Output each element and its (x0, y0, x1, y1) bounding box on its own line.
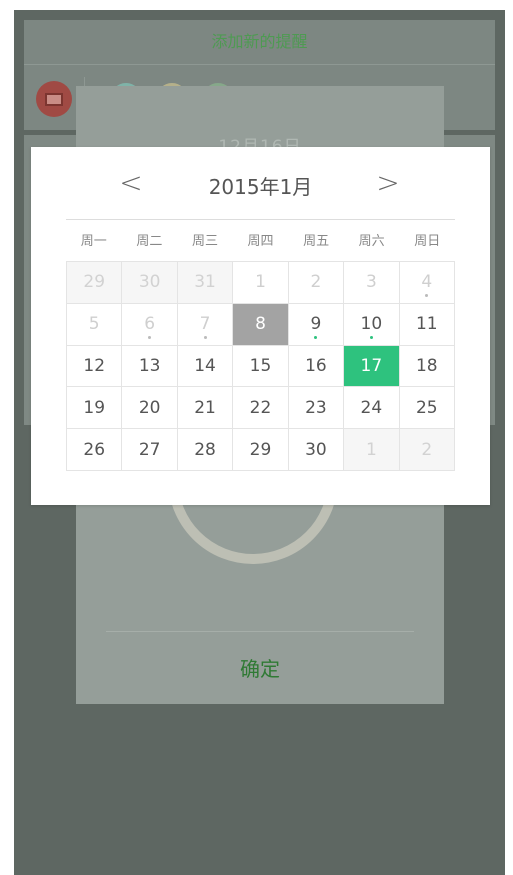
day-number: 5 (88, 314, 100, 335)
day-cell[interactable]: 14 (177, 345, 234, 388)
day-number: 10 (360, 314, 383, 335)
day-number: 26 (83, 439, 106, 460)
day-cell: 30 (122, 262, 178, 304)
day-number: 25 (415, 397, 438, 418)
day-number: 29 (83, 272, 106, 293)
day-cell[interactable]: 23 (288, 387, 345, 430)
day-number: 16 (305, 355, 327, 376)
day-number: 7 (199, 314, 211, 335)
day-number: 18 (415, 355, 438, 376)
day-cell[interactable]: 13 (122, 345, 178, 388)
day-cell[interactable]: 24 (344, 387, 400, 430)
day-cell[interactable]: 4 (399, 262, 455, 304)
day-number: 28 (194, 439, 216, 460)
day-cell: 2 (399, 429, 455, 471)
day-number: 20 (138, 397, 161, 418)
day-number: 19 (83, 397, 106, 418)
film-icon[interactable] (36, 81, 72, 117)
event-dot-icon (314, 335, 318, 339)
day-number: 2 (310, 272, 322, 293)
day-number: 21 (194, 397, 216, 418)
day-number: 4 (421, 272, 433, 293)
day-cell[interactable]: 22 (233, 387, 289, 430)
day-cell[interactable]: 15 (233, 345, 289, 388)
day-cell[interactable]: 25 (399, 387, 455, 430)
event-dot-icon (425, 293, 429, 297)
day-number: 17 (360, 355, 383, 376)
event-dot-icon (369, 335, 373, 339)
day-cell[interactable]: 20 (122, 387, 178, 430)
day-cell[interactable]: 6 (122, 303, 178, 346)
day-cell[interactable]: 18 (399, 345, 455, 388)
day-number: 1 (255, 272, 266, 293)
day-number: 12 (83, 355, 106, 376)
day-cell[interactable]: 12 (67, 345, 123, 388)
confirm-button[interactable]: 确定 (76, 646, 444, 690)
day-cell: 31 (177, 262, 234, 304)
calendar-popup: < 2015年1月 > 周一 周二 周三 周四 周五 周六 周日 29 30 31 1… (31, 147, 490, 505)
day-cell[interactable]: 30 (288, 429, 345, 471)
day-cell: 1 (344, 429, 400, 471)
day-number: 3 (365, 272, 377, 293)
weekday-label: 周六 (358, 234, 385, 249)
day-number: 30 (138, 272, 161, 293)
page-title: 添加新的提醒 (24, 20, 495, 65)
day-cell[interactable]: 1 (233, 262, 289, 304)
selected-day-cell[interactable]: 17 (344, 345, 400, 388)
day-number: 14 (194, 355, 216, 376)
event-dot-icon (203, 335, 207, 339)
weekday-label: 周一 (80, 234, 107, 249)
day-cell[interactable]: 19 (67, 387, 123, 430)
weekday-label: 周三 (191, 234, 218, 249)
day-number: 31 (194, 272, 216, 293)
day-number: 29 (249, 439, 272, 460)
day-number: 8 (255, 314, 266, 335)
day-number: 27 (138, 439, 161, 460)
today-cell[interactable]: 8 (233, 303, 289, 346)
day-cell[interactable]: 5 (67, 303, 123, 346)
day-cell[interactable]: 21 (177, 387, 234, 430)
day-cell[interactable]: 11 (399, 303, 455, 346)
day-number: 15 (249, 355, 272, 376)
day-cell[interactable]: 16 (288, 345, 345, 388)
day-cell[interactable]: 9 (288, 303, 345, 346)
day-number: 13 (138, 355, 161, 376)
day-cell[interactable]: 10 (344, 303, 400, 346)
day-number: 6 (144, 314, 156, 335)
event-dot-icon (148, 335, 152, 339)
day-number: 22 (249, 397, 272, 418)
day-number: 11 (415, 314, 438, 335)
weekday-label: 周五 (303, 234, 330, 249)
day-cell[interactable]: 27 (122, 429, 178, 471)
weekday-label: 周四 (247, 234, 274, 249)
day-number: 23 (305, 397, 327, 418)
day-cell[interactable]: 2 (288, 262, 345, 304)
day-number: 24 (360, 397, 383, 418)
weekday-label: 周二 (136, 234, 163, 249)
calendar-grid: 29 30 31 1 2 3 4 5 6 7 8 9 10 11 12 13 14 15 16 17 18 19 20 21 2… (66, 261, 455, 471)
weekday-header: 周一 周二 周三 周四 周五 周六 周日 (66, 231, 455, 253)
day-number: 2 (421, 439, 433, 460)
next-month-button[interactable]: > (370, 165, 406, 201)
day-cell[interactable]: 3 (344, 262, 400, 304)
weekday-label: 周日 (414, 234, 441, 249)
day-number: 9 (310, 314, 322, 335)
day-cell[interactable]: 29 (233, 429, 289, 471)
day-cell: 29 (67, 262, 123, 304)
day-number: 30 (305, 439, 327, 460)
day-cell[interactable]: 7 (177, 303, 234, 346)
day-cell[interactable]: 28 (177, 429, 234, 471)
divider (106, 631, 414, 632)
calendar-header: < 2015年1月 > (66, 147, 455, 220)
day-cell[interactable]: 26 (67, 429, 123, 471)
day-number: 1 (365, 439, 377, 460)
